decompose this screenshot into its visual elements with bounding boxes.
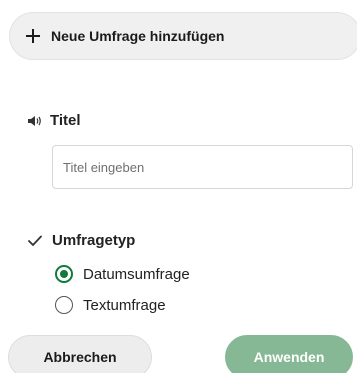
radio-label: Datumsumfrage (83, 265, 190, 283)
speaker-icon (28, 115, 41, 126)
title-input[interactable] (52, 145, 353, 189)
add-poll-button[interactable]: Neue Umfrage hinzufügen (9, 12, 357, 60)
plus-icon (26, 29, 40, 43)
radio-label: Textumfrage (83, 296, 166, 314)
poll-type-section-header: Umfragetyp (28, 232, 135, 249)
poll-type-heading: Umfragetyp (52, 232, 136, 249)
add-poll-label: Neue Umfrage hinzufügen (51, 28, 225, 44)
radio-option-date-poll[interactable]: Datumsumfrage (55, 265, 190, 283)
radio-option-text-poll[interactable]: Textumfrage (55, 296, 166, 314)
radio-button-selected[interactable] (55, 265, 73, 283)
apply-button[interactable]: Anwenden (225, 335, 353, 373)
title-section-header: Titel (28, 112, 81, 129)
title-section-heading: Titel (50, 112, 81, 129)
cancel-button[interactable]: Abbrechen (8, 335, 152, 373)
radio-button[interactable] (55, 296, 73, 314)
poll-creation-panel: Neue Umfrage hinzufügen Titel Umfragetyp… (0, 0, 357, 373)
check-icon (28, 235, 42, 246)
